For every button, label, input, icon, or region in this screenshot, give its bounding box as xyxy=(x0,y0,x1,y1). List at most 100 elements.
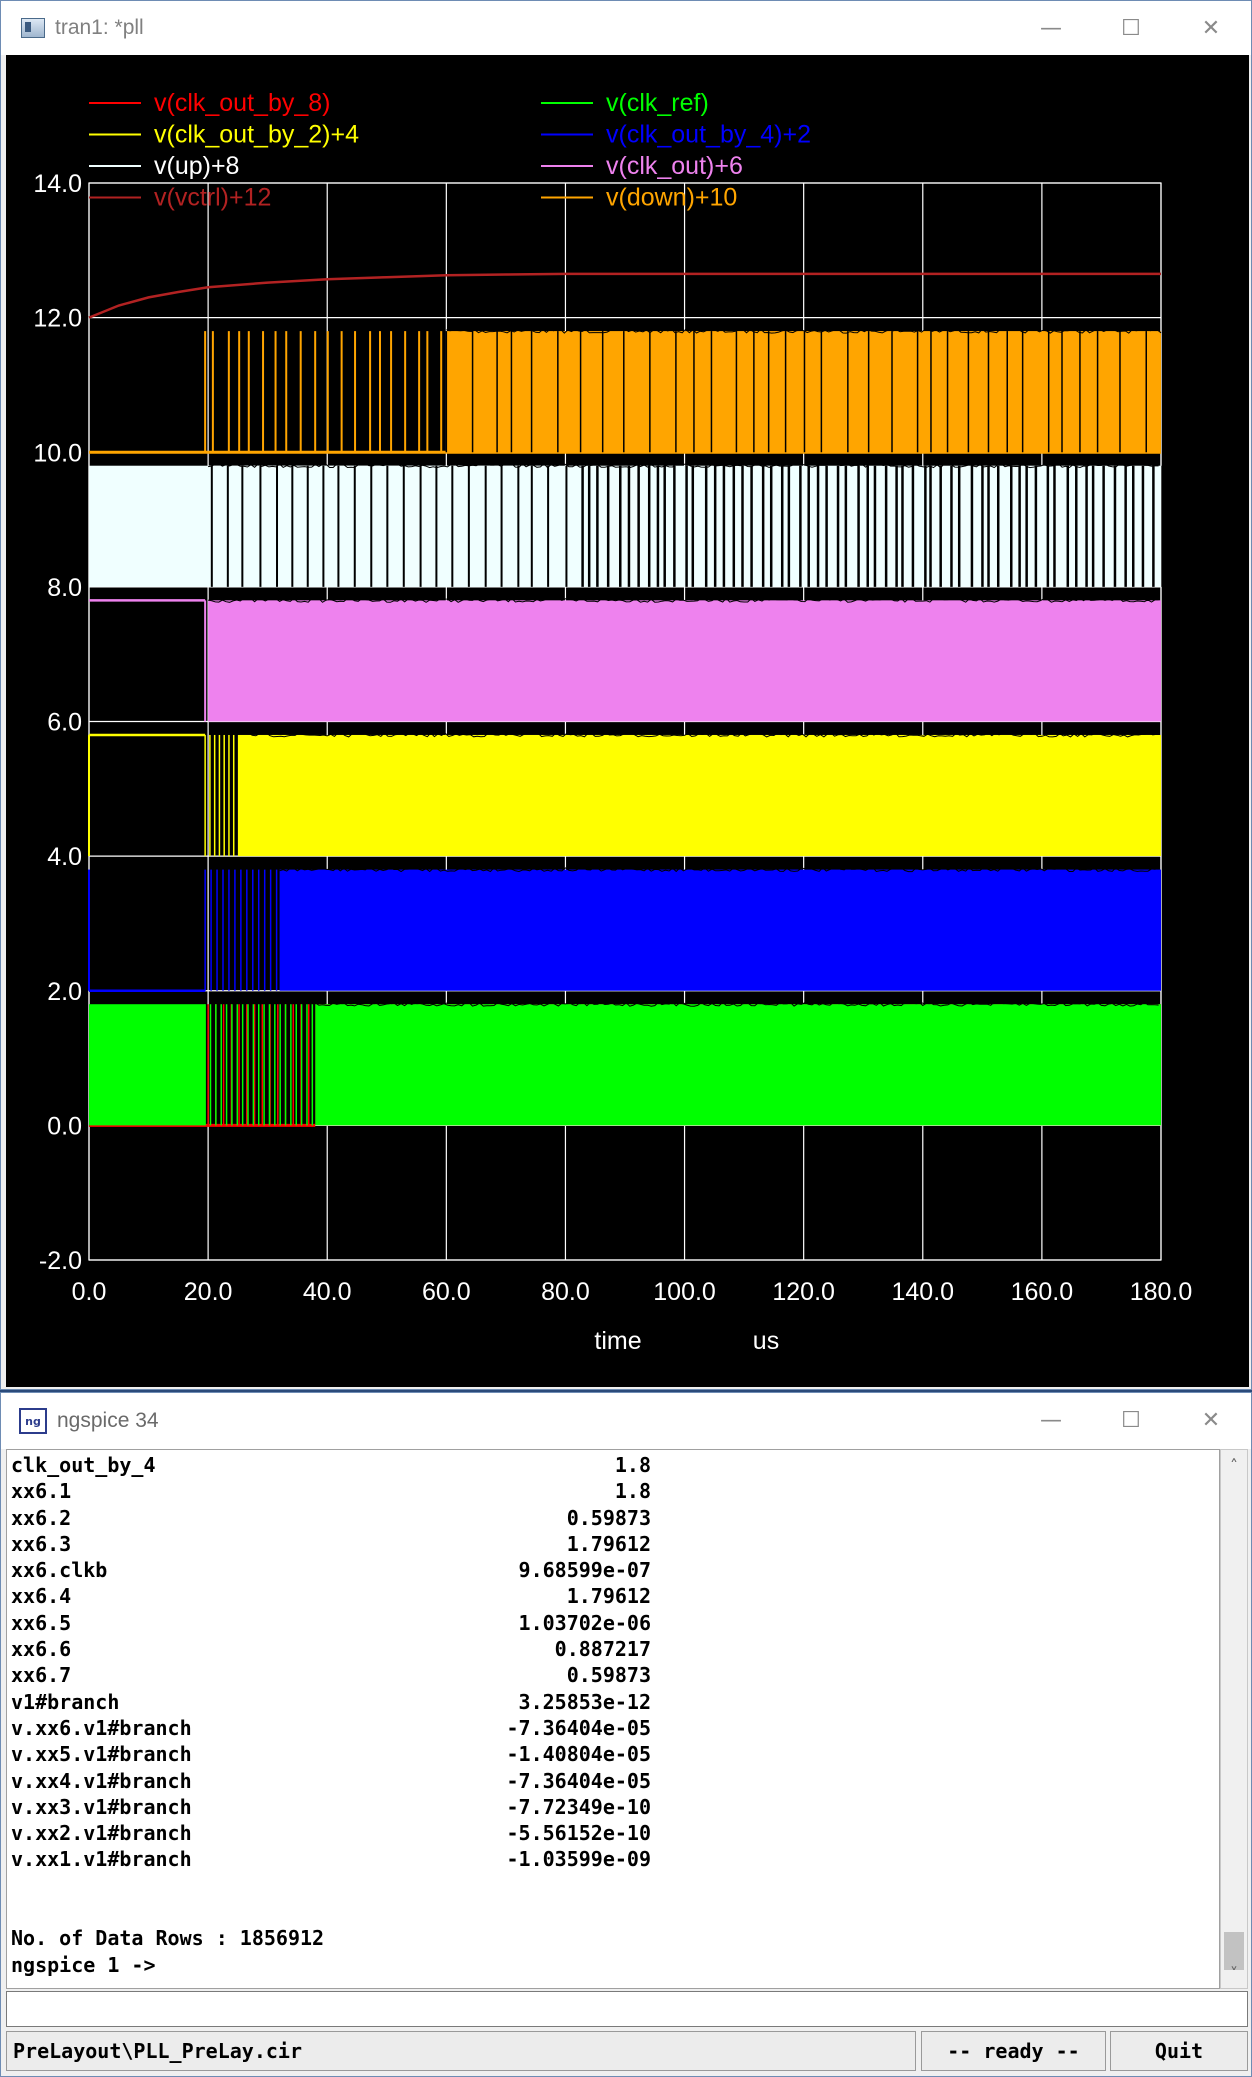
console-window-title: ngspice 34 xyxy=(57,1409,159,1432)
x-axis-label: time xyxy=(594,1327,641,1355)
legend-label: v(down)+10 xyxy=(606,184,737,212)
variable-row: v.xx3.v1#branch -7.72349e-10 xyxy=(11,1794,1219,1820)
variable-value: 0.59873 xyxy=(566,1505,651,1530)
x-tick-label: 100.0 xyxy=(653,1278,716,1306)
status-file: PreLayout\PLL_PreLay.cir xyxy=(6,2031,916,2071)
legend-label: v(clk_out_by_2)+4 xyxy=(154,121,359,149)
variable-value: -1.03599e-09 xyxy=(506,1847,652,1872)
variable-row: xx6.clkb 9.68599e-07 xyxy=(11,1557,1219,1583)
minimize-button[interactable]: — xyxy=(1011,1,1091,55)
data-rows-line: No. of Data Rows : 1856912 xyxy=(11,1926,325,1951)
legend-label: v(clk_out_by_4)+2 xyxy=(606,121,811,149)
x-tick-label: 180.0 xyxy=(1130,1278,1193,1306)
x-tick-label: 80.0 xyxy=(541,1278,590,1306)
legend-entry: v(clk_ref) xyxy=(541,89,709,117)
x-axis-unit: us xyxy=(753,1327,779,1355)
console-window: ng ngspice 34 — ☐ ✕ clk_out_by_4 1.8 xx6.1… xyxy=(0,1392,1252,2077)
variable-row: xx6.1 1.8 xyxy=(11,1478,1219,1504)
variable-value: 1.79612 xyxy=(566,1584,651,1609)
console-minimize-button[interactable]: — xyxy=(1011,1393,1091,1447)
variable-name: xx6.5 xyxy=(11,1610,72,1635)
variable-row: xx6.6 0.887217 xyxy=(11,1636,1219,1662)
variable-name: v1#branch xyxy=(11,1689,120,1714)
variable-name: xx6.1 xyxy=(11,1479,72,1504)
legend-label: v(clk_ref) xyxy=(606,89,709,117)
close-button[interactable]: ✕ xyxy=(1171,1,1251,55)
variable-value: -1.40804e-05 xyxy=(506,1742,652,1767)
variable-row: v.xx1.v1#branch -1.03599e-09 xyxy=(11,1846,1219,1872)
legend-entry: v(clk_out_by_8) xyxy=(89,89,330,117)
y-tick-label: 14.0 xyxy=(33,170,82,198)
variable-name: v.xx1.v1#branch xyxy=(11,1847,192,1872)
variable-value: -7.36404e-05 xyxy=(506,1715,652,1740)
variable-name: xx6.7 xyxy=(11,1663,72,1688)
variable-value: -7.36404e-05 xyxy=(506,1768,652,1793)
console-output[interactable]: clk_out_by_4 1.8 xx6.1 1.8 xx6.2 0.59873 xx6.3… xyxy=(6,1449,1220,1989)
variable-value: 9.68599e-07 xyxy=(518,1558,651,1583)
variable-name: xx6.4 xyxy=(11,1584,72,1609)
y-tick-label: 0.0 xyxy=(47,1112,82,1140)
variable-value: 1.03702e-06 xyxy=(518,1610,651,1635)
series-dense-band xyxy=(279,869,1162,991)
x-tick-label: 0.0 xyxy=(72,1278,107,1306)
series-dense-band xyxy=(446,331,1161,453)
console-scrollbar[interactable]: ˄ ˅ xyxy=(1220,1449,1248,1989)
variable-value: 3.25853e-12 xyxy=(518,1689,651,1714)
series-v-clk-ref xyxy=(89,1001,1161,1126)
legend-label: v(up)+8 xyxy=(154,152,239,180)
status-state: -- ready -- xyxy=(921,2031,1106,2071)
variable-name: v.xx4.v1#branch xyxy=(11,1768,192,1793)
ngspice-icon: ng xyxy=(19,1408,47,1434)
series-dense-band xyxy=(237,734,1161,857)
series-v-vctrl-12 xyxy=(88,272,1161,319)
variable-name: v.xx3.v1#branch xyxy=(11,1794,192,1819)
y-tick-label: 6.0 xyxy=(47,709,82,737)
variable-row: v.xx5.v1#branch -1.40804e-05 xyxy=(11,1741,1219,1767)
y-tick-label: 10.0 xyxy=(33,439,82,467)
scroll-down-icon[interactable]: ˅ xyxy=(1221,1960,1247,1986)
series-dense-band xyxy=(89,1004,206,1126)
plot-window: tran1: *pll — ☐ ✕ 0.0 20.0 40.0 60.0 80.0 100… xyxy=(0,0,1252,1390)
series-v-down-10 xyxy=(89,328,1162,454)
variable-name: xx6.clkb xyxy=(11,1558,108,1583)
maximize-button[interactable]: ☐ xyxy=(1091,1,1171,55)
variable-name: v.xx6.v1#branch xyxy=(11,1715,192,1740)
waveform-chart: 0.0 20.0 40.0 60.0 80.0 100.0 120.0 140.0 160.0 1… xyxy=(33,89,1193,1355)
y-tick-label: 8.0 xyxy=(47,574,82,602)
series-v-clk-out-6 xyxy=(89,597,1162,722)
series-dense-band xyxy=(208,600,1162,722)
scroll-up-icon[interactable]: ˄ xyxy=(1221,1452,1247,1478)
variable-row: v1#branch 3.25853e-12 xyxy=(11,1689,1219,1715)
y-tick-label: 12.0 xyxy=(33,305,82,333)
console-maximize-button[interactable]: ☐ xyxy=(1091,1393,1171,1447)
series-line xyxy=(88,272,1161,319)
command-input[interactable] xyxy=(6,1991,1248,2027)
series-v-up-8 xyxy=(89,463,1164,587)
variable-row: v.xx2.v1#branch -5.56152e-10 xyxy=(11,1820,1219,1846)
variable-name: clk_out_by_4 xyxy=(11,1453,156,1477)
x-tick-label: 60.0 xyxy=(422,1278,471,1306)
legend-entry: v(vctrl)+12 xyxy=(89,184,271,212)
console-titlebar[interactable]: ng ngspice 34 — ☐ ✕ xyxy=(1,1393,1251,1449)
variable-row: xx6.5 1.03702e-06 xyxy=(11,1610,1219,1636)
quit-button[interactable]: Quit xyxy=(1110,2031,1248,2071)
y-tick-label: 2.0 xyxy=(47,978,82,1006)
prompt-line: ngspice 1 -> xyxy=(11,1952,156,1977)
console-close-button[interactable]: ✕ xyxy=(1171,1393,1251,1447)
variable-list: clk_out_by_4 1.8 xx6.1 1.8 xx6.2 0.59873 xx6.3… xyxy=(11,1452,1219,1873)
series-v-clk-out-by-2-4 xyxy=(88,732,1161,857)
legend-label: v(clk_out_by_8) xyxy=(154,89,330,117)
variable-name: v.xx5.v1#branch xyxy=(11,1742,192,1767)
plot-area[interactable]: 0.0 20.0 40.0 60.0 80.0 100.0 120.0 140.0 160.0 1… xyxy=(6,55,1249,1387)
legend-entry: v(clk_out)+6 xyxy=(541,152,743,180)
variable-row: xx6.2 0.59873 xyxy=(11,1505,1219,1531)
variable-value: 0.887217 xyxy=(554,1637,651,1662)
legend-label: v(vctrl)+12 xyxy=(154,184,271,212)
legend-label: v(clk_out)+6 xyxy=(606,152,743,180)
variable-name: xx6.2 xyxy=(11,1505,72,1530)
legend-entry: v(up)+8 xyxy=(89,152,239,180)
variable-value: -5.56152e-10 xyxy=(506,1821,652,1846)
plot-titlebar[interactable]: tran1: *pll — ☐ ✕ xyxy=(1,1,1251,55)
